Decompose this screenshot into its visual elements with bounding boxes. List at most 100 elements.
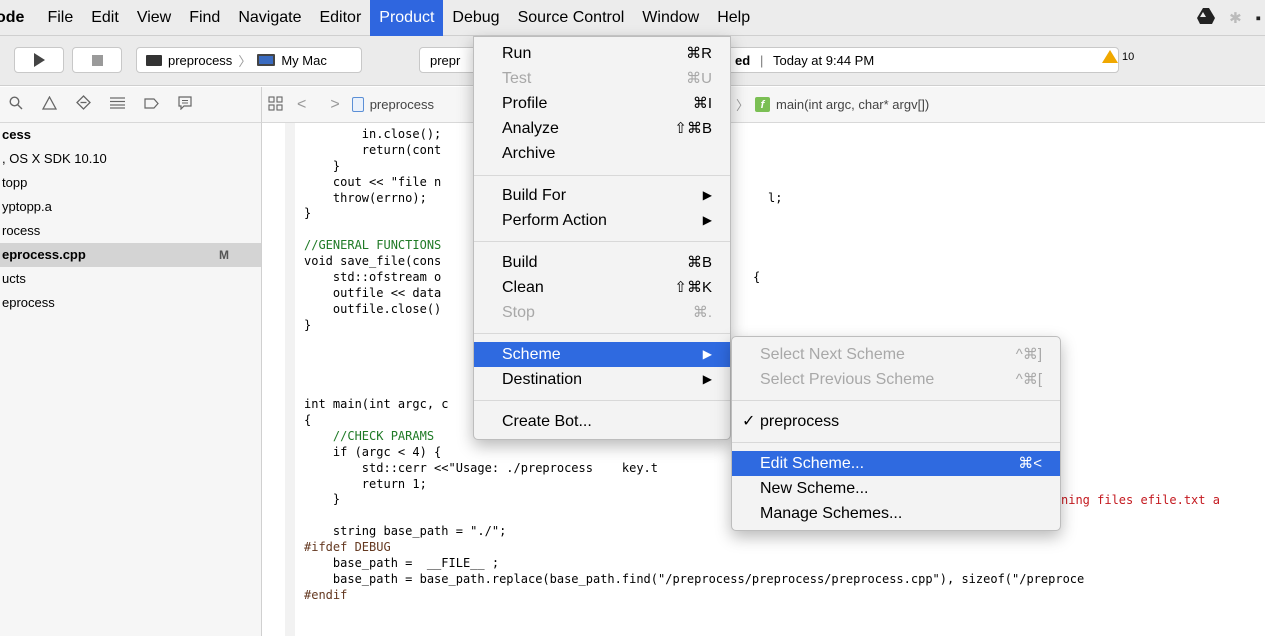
- warning-indicator[interactable]: 10: [1102, 50, 1134, 63]
- navigator-item-selected[interactable]: eprocess.cpp M: [0, 243, 261, 267]
- breakpoint-icon[interactable]: [144, 96, 159, 113]
- menu-xcode[interactable]: ode: [0, 0, 38, 36]
- chevron-right-icon: 〉: [735, 98, 749, 113]
- navigator-item[interactable]: yptopp.a: [0, 195, 261, 219]
- menu-bar: ode File Edit View Find Navigate Editor …: [0, 0, 1265, 36]
- test-diamond-icon[interactable]: [76, 95, 91, 114]
- navigator-item[interactable]: topp: [0, 171, 261, 195]
- menu-item-scheme[interactable]: Scheme ▶: [474, 342, 730, 367]
- menu-separator: [474, 400, 730, 401]
- navigator-selector-bar: [0, 87, 262, 123]
- menu-item-run[interactable]: Run ⌘R: [474, 41, 730, 66]
- submenu-arrow-icon: ▶: [702, 188, 712, 202]
- menu-item-manage-schemes[interactable]: Manage Schemes...: [732, 501, 1060, 526]
- menu-find[interactable]: Find: [180, 0, 229, 36]
- code-line: #endif: [304, 587, 348, 602]
- debug-list-icon[interactable]: [110, 96, 125, 113]
- menu-product[interactable]: Product: [370, 0, 444, 36]
- checkmark-icon: ✓: [742, 413, 756, 430]
- menu-edit[interactable]: Edit: [82, 0, 128, 36]
- menu-separator: [474, 241, 730, 242]
- menu-item-edit-scheme[interactable]: Edit Scheme... ⌘<: [732, 451, 1060, 476]
- menu-editor[interactable]: Editor: [310, 0, 370, 36]
- menu-extras: ✱ ▪: [1197, 0, 1265, 36]
- menu-item-select-next-scheme[interactable]: Select Next Scheme ^⌘]: [732, 342, 1060, 367]
- menu-source-control[interactable]: Source Control: [509, 0, 634, 36]
- breadcrumb-project[interactable]: preprocess: [370, 97, 434, 112]
- project-navigator: cess , OS X SDK 10.10 topp yptopp.a roce…: [0, 123, 262, 636]
- menu-debug[interactable]: Debug: [443, 0, 508, 36]
- code-line: base_path = __FILE__ ;: [304, 556, 500, 571]
- code-folding-ribbon[interactable]: [285, 123, 295, 636]
- warning-count: 10: [1122, 50, 1135, 63]
- chevron-right-icon: 〉: [238, 53, 252, 69]
- play-icon: [33, 53, 45, 67]
- jump-bar: < > preprocess cpp 〉 f main(int argc, ch…: [262, 87, 1265, 123]
- stop-button[interactable]: [72, 47, 122, 73]
- code-fragment: l;: [768, 191, 783, 205]
- status-time: Today at 9:44 PM: [773, 52, 875, 68]
- related-items-icon[interactable]: [268, 95, 283, 114]
- menu-item-test[interactable]: Test ⌘U: [474, 66, 730, 91]
- menu-view[interactable]: View: [128, 0, 180, 36]
- menu-item-build[interactable]: Build ⌘B: [474, 250, 730, 275]
- code-fragment: ning files efile.txt a: [1061, 493, 1220, 507]
- forward-icon[interactable]: >: [330, 96, 339, 114]
- menu-item-perform-action[interactable]: Perform Action ▶: [474, 208, 730, 233]
- bluetooth-icon[interactable]: ✱: [1229, 9, 1242, 27]
- menu-item-new-scheme[interactable]: New Scheme...: [732, 476, 1060, 501]
- menu-item-create-bot[interactable]: Create Bot...: [474, 409, 730, 434]
- search-icon[interactable]: [9, 95, 23, 114]
- mac-icon: [257, 54, 276, 66]
- menu-separator: [732, 442, 1060, 443]
- report-icon[interactable]: [178, 95, 192, 114]
- google-drive-icon[interactable]: [1197, 8, 1216, 28]
- menu-window[interactable]: Window: [633, 0, 708, 36]
- breadcrumb-function[interactable]: main(int argc, char* argv[]): [776, 97, 929, 112]
- code-line: base_path = base_path.replace(base_path.…: [304, 571, 1085, 586]
- menu-item-profile[interactable]: Profile ⌘I: [474, 91, 730, 116]
- warning-icon: [1102, 50, 1118, 63]
- back-icon[interactable]: <: [297, 96, 306, 114]
- submenu-arrow-icon: ▶: [702, 347, 712, 361]
- menu-item-build-for[interactable]: Build For ▶: [474, 183, 730, 208]
- code-line: #ifdef DEBUG: [304, 540, 391, 555]
- modified-badge: M: [219, 248, 229, 262]
- menu-item-analyze[interactable]: Analyze ⇧⌘B: [474, 116, 730, 141]
- menu-file[interactable]: File: [38, 0, 82, 36]
- menu-extra-dot-icon[interactable]: ▪: [1256, 10, 1261, 27]
- navigator-item[interactable]: , OS X SDK 10.10: [0, 147, 261, 171]
- scheme-submenu: Select Next Scheme ^⌘] Select Previous Sc…: [731, 336, 1061, 531]
- navigator-item[interactable]: eprocess: [0, 291, 261, 315]
- menu-item-clean[interactable]: Clean ⇧⌘K: [474, 275, 730, 300]
- submenu-arrow-icon: ▶: [702, 213, 712, 227]
- file-icon: [351, 97, 364, 112]
- stop-icon: [91, 54, 103, 66]
- menu-item-stop[interactable]: Stop ⌘.: [474, 300, 730, 325]
- menu-separator: [732, 400, 1060, 401]
- destination-name: My Mac: [281, 52, 327, 68]
- product-menu: Run ⌘R Test ⌘U Profile ⌘I Analyze ⇧⌘B Archiv…: [473, 36, 731, 440]
- status-text: ed: [735, 52, 751, 68]
- run-button[interactable]: [14, 47, 64, 73]
- breadcrumb-tail: cpp 〉 f main(int argc, char* argv[]): [709, 95, 929, 114]
- navigator-item[interactable]: cess: [0, 123, 261, 147]
- scheme-name: preprocess: [168, 52, 233, 68]
- menu-item-archive[interactable]: Archive: [474, 141, 730, 166]
- status-prefix: prepr: [430, 52, 461, 68]
- code-fragment: {: [753, 270, 761, 284]
- menu-item-select-previous-scheme[interactable]: Select Previous Scheme ^⌘[: [732, 367, 1060, 392]
- menu-separator: [474, 333, 730, 334]
- warning-outline-icon[interactable]: [41, 95, 58, 114]
- menu-help[interactable]: Help: [708, 0, 759, 36]
- menu-item-scheme-preprocess[interactable]: ✓ preprocess: [732, 409, 1060, 434]
- submenu-arrow-icon: ▶: [702, 372, 712, 386]
- menu-separator: [474, 175, 730, 176]
- menu-navigate[interactable]: Navigate: [229, 0, 310, 36]
- navigator-item[interactable]: ucts: [0, 267, 261, 291]
- function-icon: f: [754, 97, 770, 112]
- scheme-selector[interactable]: preprocess 〉 My Mac: [136, 47, 362, 73]
- target-icon: [146, 54, 162, 66]
- menu-item-destination[interactable]: Destination ▶: [474, 367, 730, 392]
- navigator-item[interactable]: rocess: [0, 219, 261, 243]
